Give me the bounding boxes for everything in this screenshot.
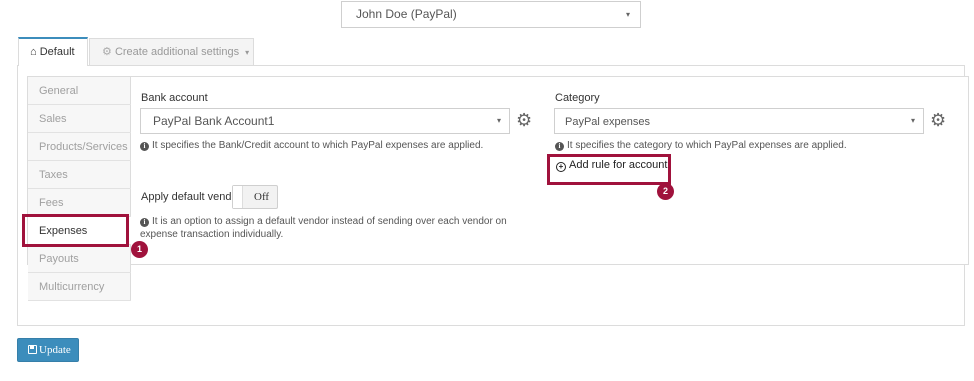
sidebar-item-multicurrency[interactable]: Multicurrency xyxy=(28,273,131,301)
vendor-help-line-2: expense transaction individually. xyxy=(140,229,284,240)
bank-account-value: PayPal Bank Account1 xyxy=(153,114,275,128)
bank-account-select[interactable]: PayPal Bank Account1 ▾ xyxy=(140,108,510,134)
apply-default-vendor-toggle[interactable]: Off xyxy=(232,185,278,209)
apply-default-vendor-label: Apply default vendor xyxy=(141,191,242,203)
chevron-down-icon: ▾ xyxy=(910,116,915,125)
add-rule-link[interactable]: + Add rule for account xyxy=(556,159,667,172)
save-icon xyxy=(28,345,37,354)
info-icon: i xyxy=(555,142,564,151)
category-settings-gear-icon[interactable]: ⚙ xyxy=(930,111,946,129)
toggle-knob xyxy=(233,186,243,208)
apply-default-vendor-help: i It is an option to assign a default ven… xyxy=(140,215,520,241)
sidebar-item-fees[interactable]: Fees xyxy=(28,189,131,217)
chevron-down-icon: ▾ xyxy=(496,116,501,125)
chevron-down-icon: ▾ xyxy=(625,10,630,19)
bank-account-help-text: It specifies the Bank/Credit account to … xyxy=(152,140,484,151)
step-badge-1: 1 xyxy=(131,241,148,258)
account-select-value: John Doe (PayPal) xyxy=(356,7,457,21)
tab-create-additional-settings[interactable]: ⚙ Create additional settings ▾ xyxy=(89,38,254,66)
sidebar-item-payouts[interactable]: Payouts xyxy=(28,245,131,273)
home-icon: ⌂ xyxy=(30,46,37,58)
bank-account-help: i It specifies the Bank/Credit account to… xyxy=(140,139,483,152)
update-button-label: Update xyxy=(39,344,71,356)
settings-side-nav: General Sales Products/Services Taxes Fe… xyxy=(28,77,131,301)
tab-default[interactable]: ⌂ Default xyxy=(18,37,88,66)
bank-account-label: Bank account xyxy=(141,92,208,104)
update-button[interactable]: Update xyxy=(17,338,79,362)
sidebar-item-products-services[interactable]: Products/Services xyxy=(28,133,131,161)
account-select[interactable]: John Doe (PayPal) ▾ xyxy=(341,1,641,28)
bank-account-settings-gear-icon[interactable]: ⚙ xyxy=(516,111,532,129)
vendor-help-line-1: It is an option to assign a default vend… xyxy=(152,216,507,227)
tab-label: Create additional settings xyxy=(114,46,240,58)
sidebar-item-general[interactable]: General xyxy=(28,77,131,105)
sidebar-item-sales[interactable]: Sales xyxy=(28,105,131,133)
plus-circle-icon: + xyxy=(556,162,566,172)
gear-icon: ⚙ xyxy=(102,46,112,58)
sidebar-item-taxes[interactable]: Taxes xyxy=(28,161,131,189)
add-rule-label: Add rule for account xyxy=(569,159,668,171)
toggle-state-text: Off xyxy=(254,191,270,203)
info-icon: i xyxy=(140,142,149,151)
tab-label: Default xyxy=(39,46,75,58)
step-badge-2: 2 xyxy=(657,183,674,200)
category-label: Category xyxy=(555,92,600,104)
category-help: i It specifies the category to which PayP… xyxy=(555,139,847,152)
category-select[interactable]: PayPal expenses ▾ xyxy=(554,108,924,134)
category-value: PayPal expenses xyxy=(565,116,650,128)
category-help-text: It specifies the category to which PayPa… xyxy=(567,140,847,151)
info-icon: i xyxy=(140,218,149,227)
highlight-box-expenses xyxy=(22,214,129,247)
chevron-down-icon: ▾ xyxy=(245,48,250,57)
